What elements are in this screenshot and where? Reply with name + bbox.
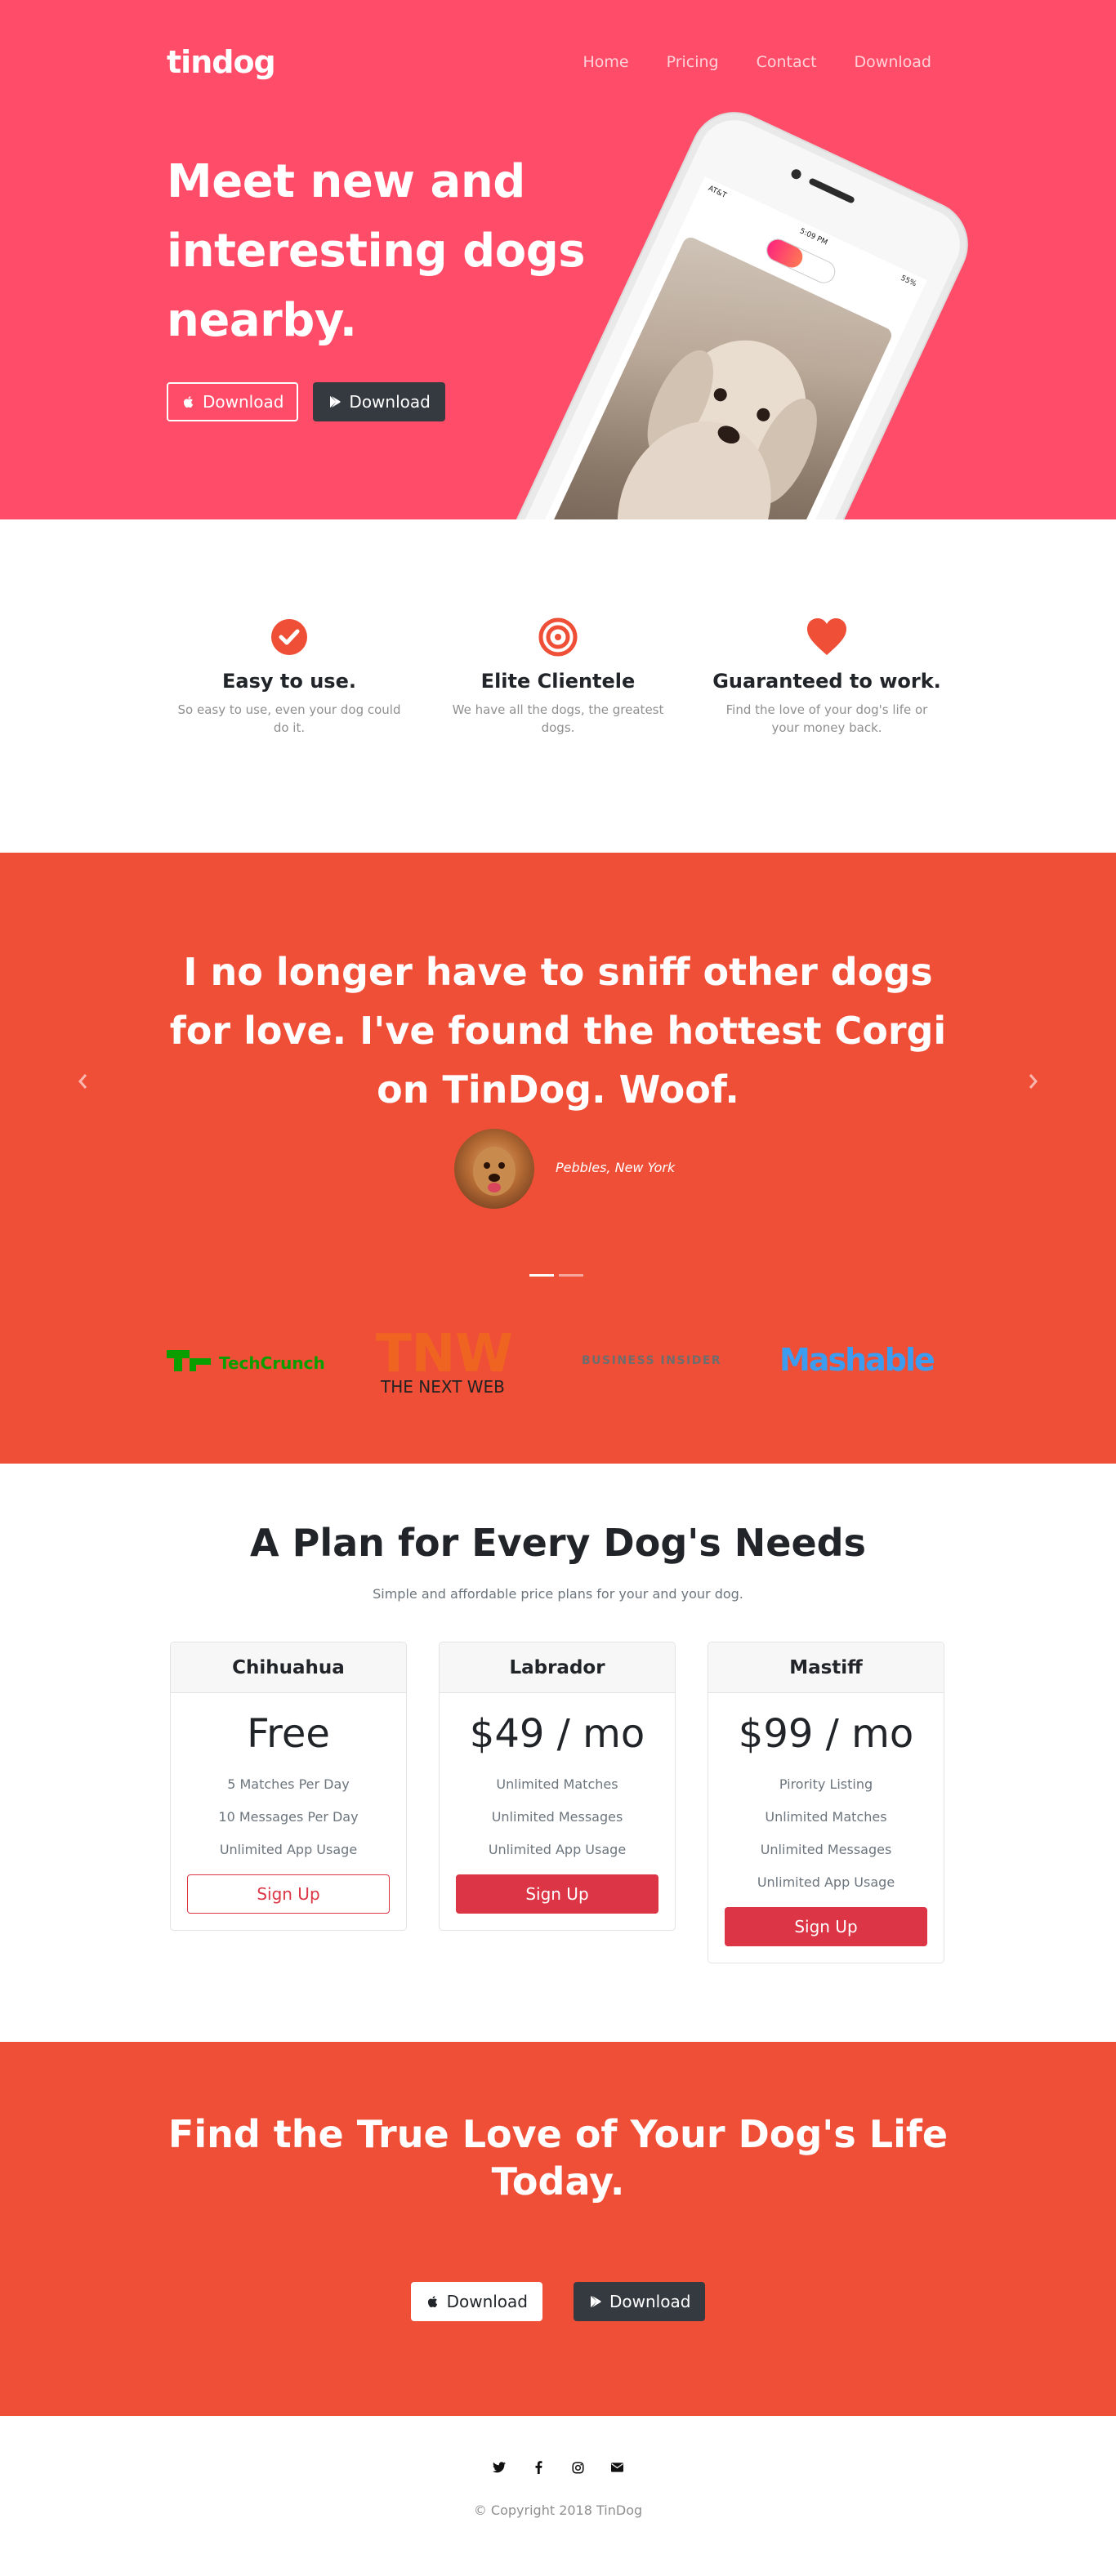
pricing-section: A Plan for Every Dog's Needs Simple and … xyxy=(0,1464,1116,2042)
heart-icon xyxy=(806,616,848,658)
carousel-indicator-1[interactable] xyxy=(529,1274,554,1277)
twitter-icon[interactable] xyxy=(492,2460,507,2475)
apple-download-label: Download xyxy=(203,392,284,412)
features-section: Easy to use. So easy to use, even your d… xyxy=(0,519,1116,853)
feature-title: Guaranteed to work. xyxy=(712,670,941,693)
feature-title: Easy to use. xyxy=(222,670,356,693)
business-insider-wordmark: BUSINESS INSIDER xyxy=(582,1354,721,1367)
nav-link-download[interactable]: Download xyxy=(855,53,931,71)
plan-price: $49 / mo xyxy=(469,1711,645,1757)
plan-feature: Unlimited Messages xyxy=(491,1809,623,1825)
carousel-indicators xyxy=(529,1274,583,1277)
navbar: tindog Home Pricing Contact Download xyxy=(167,42,931,82)
social-links xyxy=(0,2460,1116,2475)
feature-text: We have all the dogs, the greatest dogs. xyxy=(452,702,664,735)
bullseye-icon xyxy=(537,616,579,658)
carousel-prev-button[interactable] xyxy=(70,1065,95,1098)
cta-section: Find the True Love of Your Dog's Life To… xyxy=(0,2042,1116,2416)
instagram-icon[interactable] xyxy=(570,2460,585,2475)
apple-icon xyxy=(427,2296,437,2307)
feature-text: Find the love of your dog's life or your… xyxy=(725,702,928,735)
hero-section: tindog Home Pricing Contact Download Mee… xyxy=(0,0,1116,519)
phone-camera xyxy=(789,167,803,181)
techcrunch-logo: TechCrunch xyxy=(167,1344,333,1376)
hero-download-buttons: Download Download xyxy=(167,382,445,421)
plan-features: Pirority Listing Unlimited Matches Unlim… xyxy=(725,1768,927,1899)
plan-feature: Unlimited App Usage xyxy=(488,1842,627,1857)
plan-feature: Unlimited Messages xyxy=(760,1842,892,1857)
chevron-right-icon xyxy=(1029,1074,1038,1089)
apple-icon xyxy=(183,396,194,408)
plan-name: Mastiff xyxy=(708,1642,944,1693)
cta-apple-download-button[interactable]: Download xyxy=(410,2282,542,2321)
cta-play-download-label: Download xyxy=(609,2292,691,2311)
author-avatar xyxy=(454,1129,534,1209)
plan-features: Unlimited Matches Unlimited Messages Unl… xyxy=(456,1768,658,1866)
nav-link-home[interactable]: Home xyxy=(583,53,628,71)
facebook-icon[interactable] xyxy=(531,2460,546,2475)
carousel-next-button[interactable] xyxy=(1021,1065,1046,1098)
pricing-subtitle: Simple and affordable price plans for yo… xyxy=(373,1586,743,1602)
apple-download-button[interactable]: Download xyxy=(167,382,299,421)
plan-feature: Unlimited Matches xyxy=(496,1776,618,1792)
carousel-indicator-2[interactable] xyxy=(559,1274,583,1277)
nav-links: Home Pricing Contact Download xyxy=(583,53,931,71)
cta-download-buttons: Download Download xyxy=(0,2282,1116,2321)
plan-feature: 10 Messages Per Day xyxy=(218,1809,359,1825)
svg-text:TNW: TNW xyxy=(376,1324,513,1384)
google-play-icon xyxy=(591,2295,601,2308)
testimonial-author: Pebbles, New York xyxy=(556,1160,676,1175)
copyright-text: © Copyright 2018 TinDog xyxy=(473,2502,643,2518)
feature-elite-clientele: Elite Clientele We have all the dogs, th… xyxy=(435,616,681,737)
phone-screen: AT&T 5:09 PM 55% xyxy=(521,176,927,519)
plan-card-chihuahua: Chihuahua Free 5 Matches Per Day 10 Mess… xyxy=(170,1642,407,1931)
plan-price: $99 / mo xyxy=(738,1711,914,1757)
chevron-left-icon xyxy=(78,1074,87,1089)
pricing-title: A Plan for Every Dog's Needs xyxy=(250,1521,866,1565)
plan-card-labrador: Labrador $49 / mo Unlimited Matches Unli… xyxy=(439,1642,676,1931)
press-logos: TechCrunch TNW THE NEXT WEB BUSINESS INS… xyxy=(167,1315,949,1405)
testimonial-section: I no longer have to sniff other dogs for… xyxy=(0,853,1116,1464)
plan-feature: 5 Matches Per Day xyxy=(227,1776,350,1792)
phone-speaker xyxy=(808,177,855,204)
plan-feature: Unlimited App Usage xyxy=(219,1842,358,1857)
plan-feature: Pirority Listing xyxy=(779,1776,873,1792)
feature-title: Elite Clientele xyxy=(480,670,636,693)
mashable-logo: Mashable xyxy=(779,1339,949,1380)
feature-guaranteed: Guaranteed to work. Find the love of you… xyxy=(704,616,949,737)
plan-features: 5 Matches Per Day 10 Messages Per Day Un… xyxy=(187,1768,390,1866)
check-circle-icon xyxy=(268,616,310,658)
feature-text: So easy to use, even your dog could do i… xyxy=(177,702,401,735)
plan-name: Labrador xyxy=(440,1642,675,1693)
battery-label: 55% xyxy=(899,274,918,289)
signup-button-chihuahua[interactable]: Sign Up xyxy=(187,1874,390,1914)
tnw-wordmark: THE NEXT WEB xyxy=(380,1377,505,1397)
google-play-icon xyxy=(330,395,341,408)
hero-title: Meet new and interesting dogs nearby. xyxy=(167,155,586,347)
plan-price: Free xyxy=(247,1711,330,1757)
business-insider-logo: BUSINESS INSIDER xyxy=(582,1350,737,1370)
cta-play-download-button[interactable]: Download xyxy=(574,2282,706,2321)
nav-link-contact[interactable]: Contact xyxy=(757,53,817,71)
techcrunch-wordmark: TechCrunch xyxy=(219,1353,325,1373)
carrier-label: AT&T xyxy=(707,184,728,200)
cta-apple-download-label: Download xyxy=(446,2292,528,2311)
the-next-web-logo: TNW THE NEXT WEB xyxy=(376,1321,539,1399)
plan-feature: Unlimited Matches xyxy=(765,1809,887,1825)
mashable-wordmark: Mashable xyxy=(779,1342,934,1378)
footer: © Copyright 2018 TinDog xyxy=(0,2416,1116,2576)
signup-button-mastiff[interactable]: Sign Up xyxy=(725,1907,927,1946)
plan-name: Chihuahua xyxy=(171,1642,406,1693)
plan-feature: Unlimited App Usage xyxy=(757,1874,895,1890)
brand-logo[interactable]: tindog xyxy=(167,44,276,80)
cta-title: Find the True Love of Your Dog's Life To… xyxy=(167,2112,949,2204)
plan-card-mastiff: Mastiff $99 / mo Pirority Listing Unlimi… xyxy=(708,1642,944,1963)
envelope-icon[interactable] xyxy=(609,2460,624,2475)
testimonial-quote: I no longer have to sniff other dogs for… xyxy=(169,950,947,1112)
signup-button-labrador[interactable]: Sign Up xyxy=(456,1874,658,1914)
feature-easy-to-use: Easy to use. So easy to use, even your d… xyxy=(167,616,412,737)
play-download-label: Download xyxy=(349,392,431,412)
play-download-button[interactable]: Download xyxy=(313,382,445,421)
